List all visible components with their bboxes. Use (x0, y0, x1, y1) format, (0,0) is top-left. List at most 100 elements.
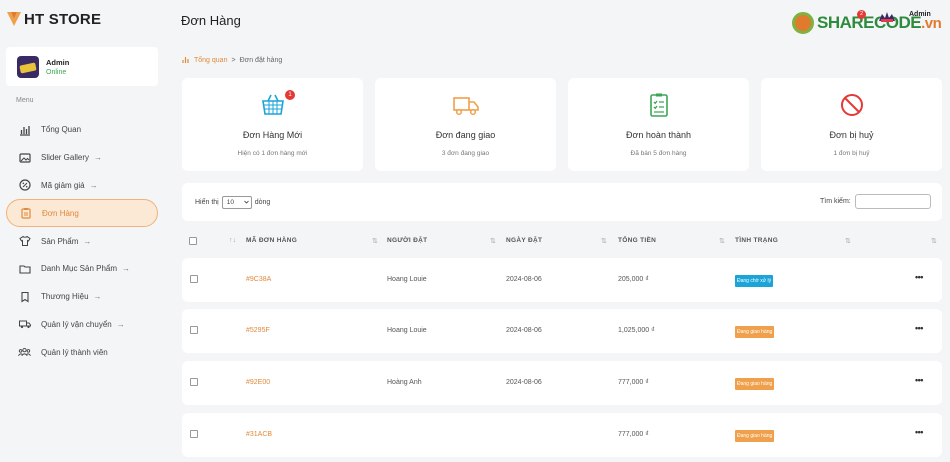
sidebar-item-slider-gallery[interactable]: Slider Gallery → (6, 144, 158, 172)
table-row[interactable]: #31ACB 777,000 ₫ Đang giao hàng ••• (182, 413, 942, 457)
brand[interactable]: HT STORE (6, 10, 101, 28)
folder-icon (18, 262, 31, 275)
status-badge: Đang giao hàng (735, 430, 775, 442)
truck-icon (452, 97, 479, 116)
row-actions-menu[interactable]: ••• (915, 427, 923, 437)
stat-card-completed[interactable]: Đơn hoàn thành Đã bán 5 đơn hàng (568, 78, 749, 171)
sidebar-item-label: Quản lý thành viên (41, 347, 108, 357)
sidebar-item-brands[interactable]: Thương Hiệu → (6, 283, 158, 311)
breadcrumb-separator: > (231, 57, 236, 64)
stat-card-new-orders[interactable]: 1 Đơn Hàng Mới Hiện có 1 đơn hàng mới (182, 78, 363, 171)
order-total: 205,000 ₫ (618, 276, 649, 283)
stat-subtitle: 1 đơn bị huỷ (833, 150, 870, 157)
order-id-link[interactable]: #5295F (246, 327, 270, 334)
sidebar-item-products[interactable]: Sản Phẩm → (6, 227, 158, 255)
order-id-link[interactable]: #31ACB (246, 431, 272, 438)
page-size-control: Hiển thị 10 dòng (195, 196, 270, 209)
breadcrumb-home-link[interactable]: Tổng quan (194, 57, 227, 64)
sidebar-item-overview[interactable]: Tổng Quan (6, 116, 158, 144)
stat-card-cancelled[interactable]: Đơn bị huỷ 1 đơn bị huỷ (761, 78, 942, 171)
row-actions-menu[interactable]: ••• (915, 375, 923, 385)
chart-bar-icon (18, 123, 31, 136)
column-header-customer[interactable]: NGƯỜI ĐẶT (387, 237, 427, 244)
arrow-right-icon: → (116, 319, 125, 329)
avatar (17, 55, 39, 78)
select-all-checkbox[interactable] (189, 237, 197, 245)
table-row[interactable]: #5295F Hoang Louie 2024-08-06 1,025,000 … (182, 309, 942, 353)
stat-card-shipping[interactable]: Đơn đang giao 3 đơn đang giao (375, 78, 556, 171)
sidebar-item-label: Thương Hiệu (41, 292, 89, 302)
stat-title: Đơn bị huỷ (829, 130, 874, 140)
table-row[interactable]: #92E00 Hoàng Anh 2024-08-06 777,000 ₫ Đa… (182, 361, 942, 405)
order-date: 2024-08-06 (506, 379, 542, 386)
order-id-link[interactable]: #92E00 (246, 379, 270, 386)
brand-name: HT STORE (24, 10, 102, 28)
sidebar-item-members[interactable]: Quản lý thành viên (6, 338, 158, 366)
status-badge: Đang chờ xử lý (735, 275, 774, 287)
search-input[interactable] (854, 194, 931, 209)
admin-label[interactable]: Admin (909, 11, 931, 18)
table-header: ↑↓ MÃ ĐƠN HÀNG ⇅ NGƯỜI ĐẶT ⇅ NGÀY ĐẶT ⇅ … (182, 230, 942, 252)
sidebar-item-label: Đơn Hàng (42, 208, 79, 218)
row-checkbox[interactable] (190, 430, 198, 438)
row-actions-menu[interactable]: ••• (915, 272, 923, 282)
sidebar-item-label: Danh Mục Sản Phẩm (41, 264, 118, 274)
column-header-order-id[interactable]: MÃ ĐƠN HÀNG (246, 237, 297, 244)
bookmark-icon (18, 290, 31, 303)
truck-icon (18, 318, 31, 331)
sort-icon[interactable]: ⇅ (372, 237, 378, 245)
image-icon (18, 151, 31, 164)
sidebar-item-label: Slider Gallery (41, 153, 90, 163)
cancel-icon (840, 94, 863, 116)
sidebar-item-orders[interactable]: Đơn Hàng (6, 199, 158, 228)
sort-icon[interactable]: ⇅ (601, 237, 607, 245)
order-total: 1,025,000 ₫ (618, 327, 655, 334)
order-id-link[interactable]: #9C38A (246, 276, 271, 283)
row-checkbox[interactable] (190, 378, 198, 386)
row-actions-menu[interactable]: ••• (915, 323, 923, 333)
admin-avatar-icon[interactable] (878, 11, 896, 23)
sidebar-item-categories[interactable]: Danh Mục Sản Phẩm → (6, 255, 158, 283)
arrow-right-icon: → (89, 180, 98, 190)
sidebar-item-shipping[interactable]: Quản lý vận chuyển → (6, 311, 158, 339)
basket-icon (261, 94, 284, 115)
sidebar-menu: Tổng Quan Slider Gallery → Mã giảm giá →… (6, 116, 158, 366)
column-header-date[interactable]: NGÀY ĐẶT (506, 237, 542, 244)
column-header-total[interactable]: TỔNG TIỀN (618, 237, 656, 244)
sort-icon[interactable]: ↑↓ (229, 237, 237, 244)
page-size-suffix: dòng (254, 199, 271, 206)
column-header-status[interactable]: TÌNH TRẠNG (735, 237, 778, 244)
arrow-right-icon: → (122, 264, 131, 274)
sort-icon[interactable]: ⇅ (490, 237, 496, 245)
logo-mark-icon (792, 12, 814, 34)
user-profile-card[interactable]: Admin Online (6, 47, 158, 86)
order-date: 2024-08-06 (506, 276, 542, 283)
sort-icon[interactable]: ⇅ (845, 237, 851, 245)
chevron-down-icon (243, 199, 249, 206)
search-label: Tìm kiếm: (820, 198, 851, 205)
row-checkbox[interactable] (190, 326, 198, 334)
stat-title: Đơn đang giao (435, 130, 496, 140)
stat-subtitle: Đã bán 5 đơn hàng (630, 150, 687, 157)
page-size-select[interactable]: 10 (221, 196, 252, 209)
notification-badge[interactable]: 2 (857, 10, 866, 19)
sidebar-item-coupons[interactable]: Mã giảm giá → (6, 172, 158, 200)
sort-icon[interactable]: ⇅ (719, 237, 725, 245)
sort-icon[interactable]: ⇅ (931, 237, 937, 245)
user-name: Admin (46, 57, 70, 67)
sidebar: HT STORE Admin Online Menu Tổng Quan Sli… (0, 0, 166, 462)
stat-subtitle: 3 đơn đang giao (441, 150, 490, 157)
row-checkbox[interactable] (190, 275, 198, 283)
order-customer: Hoang Louie (387, 327, 427, 334)
coupon-icon (18, 179, 31, 192)
order-total: 777,000 ₫ (618, 379, 649, 386)
table-row[interactable]: #9C38A Hoang Louie 2024-08-06 205,000 ₫ … (182, 258, 942, 302)
users-icon (18, 346, 31, 359)
arrow-right-icon: → (83, 236, 92, 246)
order-customer: Hoàng Anh (387, 379, 422, 386)
arrow-right-icon: → (93, 292, 102, 302)
status-badge: Đang giao hàng (735, 326, 775, 338)
checklist-icon (649, 93, 668, 117)
order-date: 2024-08-06 (506, 327, 542, 334)
page-title: Đơn Hàng (181, 13, 241, 28)
